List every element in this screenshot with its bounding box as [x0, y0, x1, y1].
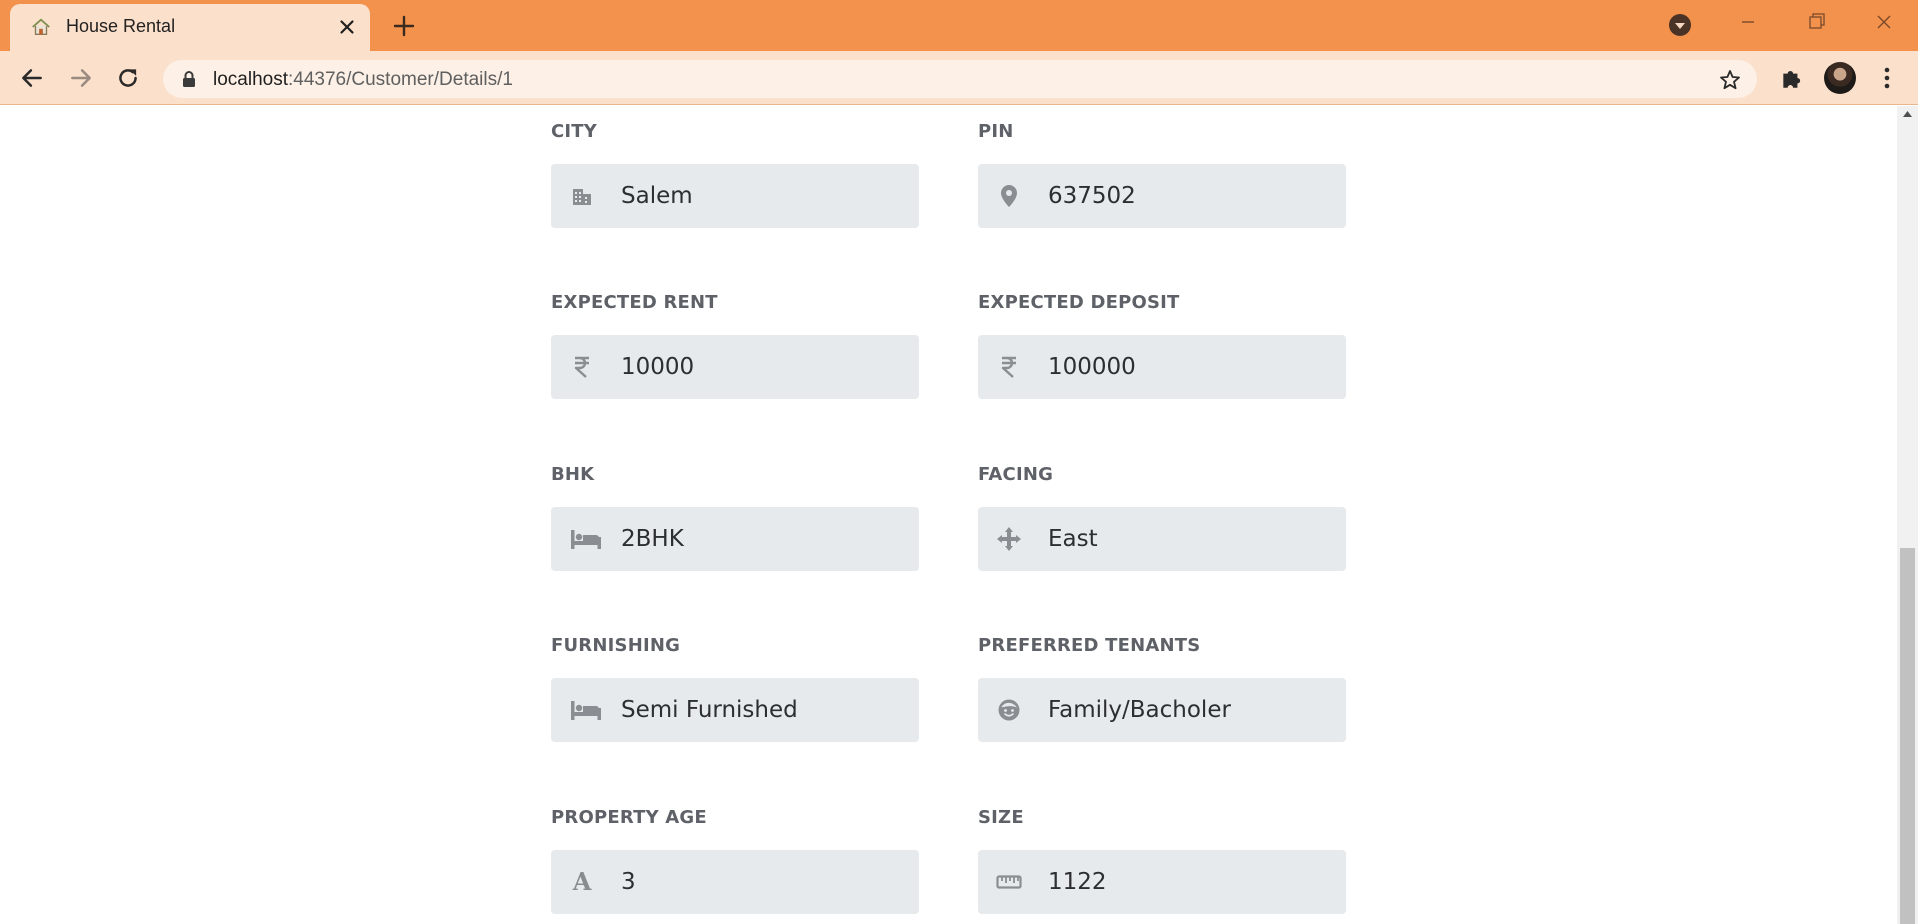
- facing-input[interactable]: East: [978, 507, 1346, 571]
- profile-avatar[interactable]: [1824, 62, 1856, 94]
- lock-icon[interactable]: [181, 70, 197, 88]
- house-favicon-icon: [32, 18, 50, 36]
- map-pin-icon: [996, 183, 1022, 209]
- size-field: SIZE 1122: [978, 806, 1346, 914]
- font-a-glyph: A: [572, 867, 592, 896]
- url-text[interactable]: localhost:44376/Customer/Details/1: [213, 69, 513, 91]
- vertical-scrollbar[interactable]: [1897, 106, 1918, 924]
- expected-deposit-label: EXPECTED DEPOSIT: [978, 292, 1180, 313]
- font-a-icon: A: [569, 869, 595, 895]
- scroll-up-arrow-icon[interactable]: [1902, 109, 1913, 119]
- address-bar[interactable]: localhost:44376/Customer/Details/1: [163, 60, 1757, 98]
- ruler-icon: [996, 869, 1022, 895]
- city-icon: [569, 183, 595, 209]
- bed-icon: [569, 697, 603, 723]
- scrollbar-thumb[interactable]: [1900, 548, 1915, 924]
- tab-title: House Rental: [66, 16, 176, 36]
- restore-window-icon[interactable]: [1798, 8, 1834, 36]
- city-value: Salem: [621, 183, 693, 209]
- expected-rent-value: 10000: [621, 354, 695, 380]
- expected-rent-input[interactable]: 10000: [551, 335, 919, 399]
- preferred-tenants-input[interactable]: Family/Bacholer: [978, 678, 1346, 742]
- bhk-field: BHK 2BHK: [551, 463, 919, 571]
- close-tab-icon[interactable]: [336, 16, 358, 38]
- compass-arrows-icon: [996, 526, 1022, 552]
- expected-deposit-value: 100000: [1048, 354, 1136, 380]
- size-value: 1122: [1048, 869, 1107, 895]
- bhk-label: BHK: [551, 464, 595, 485]
- furnishing-label: FURNISHING: [551, 635, 681, 656]
- facing-field: FACING East: [978, 463, 1346, 571]
- forward-arrow-icon[interactable]: [68, 65, 94, 91]
- preferred-tenants-label: PREFERRED TENANTS: [978, 635, 1201, 656]
- bhk-input[interactable]: 2BHK: [551, 507, 919, 571]
- bookmark-star-icon[interactable]: [1718, 68, 1742, 92]
- expected-rent-label: EXPECTED RENT: [551, 292, 718, 313]
- expected-deposit-field: EXPECTED DEPOSIT 100000: [978, 291, 1346, 399]
- size-input[interactable]: 1122: [978, 850, 1346, 914]
- city-field: CITY Salem: [551, 120, 919, 228]
- expected-deposit-input[interactable]: 100000: [978, 335, 1346, 399]
- expected-rent-field: EXPECTED RENT 10000: [551, 291, 919, 399]
- property-age-input[interactable]: A 3: [551, 850, 919, 914]
- new-tab-icon[interactable]: [392, 14, 416, 38]
- reload-icon[interactable]: [115, 65, 141, 91]
- size-label: SIZE: [978, 807, 1024, 828]
- minimize-icon[interactable]: [1730, 8, 1766, 36]
- pin-field: PIN 637502: [978, 120, 1346, 228]
- pin-label: PIN: [978, 121, 1014, 142]
- rupee-icon: [996, 354, 1022, 380]
- tab-strip: House Rental: [0, 0, 1918, 51]
- furnishing-input[interactable]: Semi Furnished: [551, 678, 919, 742]
- city-input[interactable]: Salem: [551, 164, 919, 228]
- facing-label: FACING: [978, 464, 1054, 485]
- smile-face-icon: [996, 697, 1022, 723]
- property-details-form: CITY Salem PIN 637502 EXPECTED RENT 1000…: [551, 106, 1346, 924]
- back-arrow-icon[interactable]: [19, 65, 45, 91]
- browser-toolbar: localhost:44376/Customer/Details/1: [0, 51, 1918, 105]
- kebab-menu-icon[interactable]: [1880, 65, 1894, 91]
- preferred-tenants-field: PREFERRED TENANTS Family/Bacholer: [978, 634, 1346, 742]
- pin-value: 637502: [1048, 183, 1136, 209]
- tab-search-icon[interactable]: [1668, 13, 1692, 37]
- pin-input[interactable]: 637502: [978, 164, 1346, 228]
- extensions-puzzle-icon[interactable]: [1779, 65, 1805, 91]
- preferred-tenants-value: Family/Bacholer: [1048, 697, 1231, 723]
- city-label: CITY: [551, 121, 598, 142]
- property-age-field: PROPERTY AGE A 3: [551, 806, 919, 914]
- facing-value: East: [1048, 526, 1098, 552]
- bed-icon: [569, 526, 603, 552]
- bhk-value: 2BHK: [621, 526, 684, 552]
- furnishing-field: FURNISHING Semi Furnished: [551, 634, 919, 742]
- url-path: :44376/Customer/Details/1: [288, 69, 513, 90]
- furnishing-value: Semi Furnished: [621, 697, 798, 723]
- rupee-icon: [569, 354, 595, 380]
- browser-tab[interactable]: House Rental: [10, 4, 370, 51]
- close-window-icon[interactable]: [1866, 8, 1902, 36]
- property-age-value: 3: [621, 869, 636, 895]
- page-viewport: CITY Salem PIN 637502 EXPECTED RENT 1000…: [0, 106, 1918, 924]
- property-age-label: PROPERTY AGE: [551, 807, 707, 828]
- url-host: localhost: [213, 69, 288, 90]
